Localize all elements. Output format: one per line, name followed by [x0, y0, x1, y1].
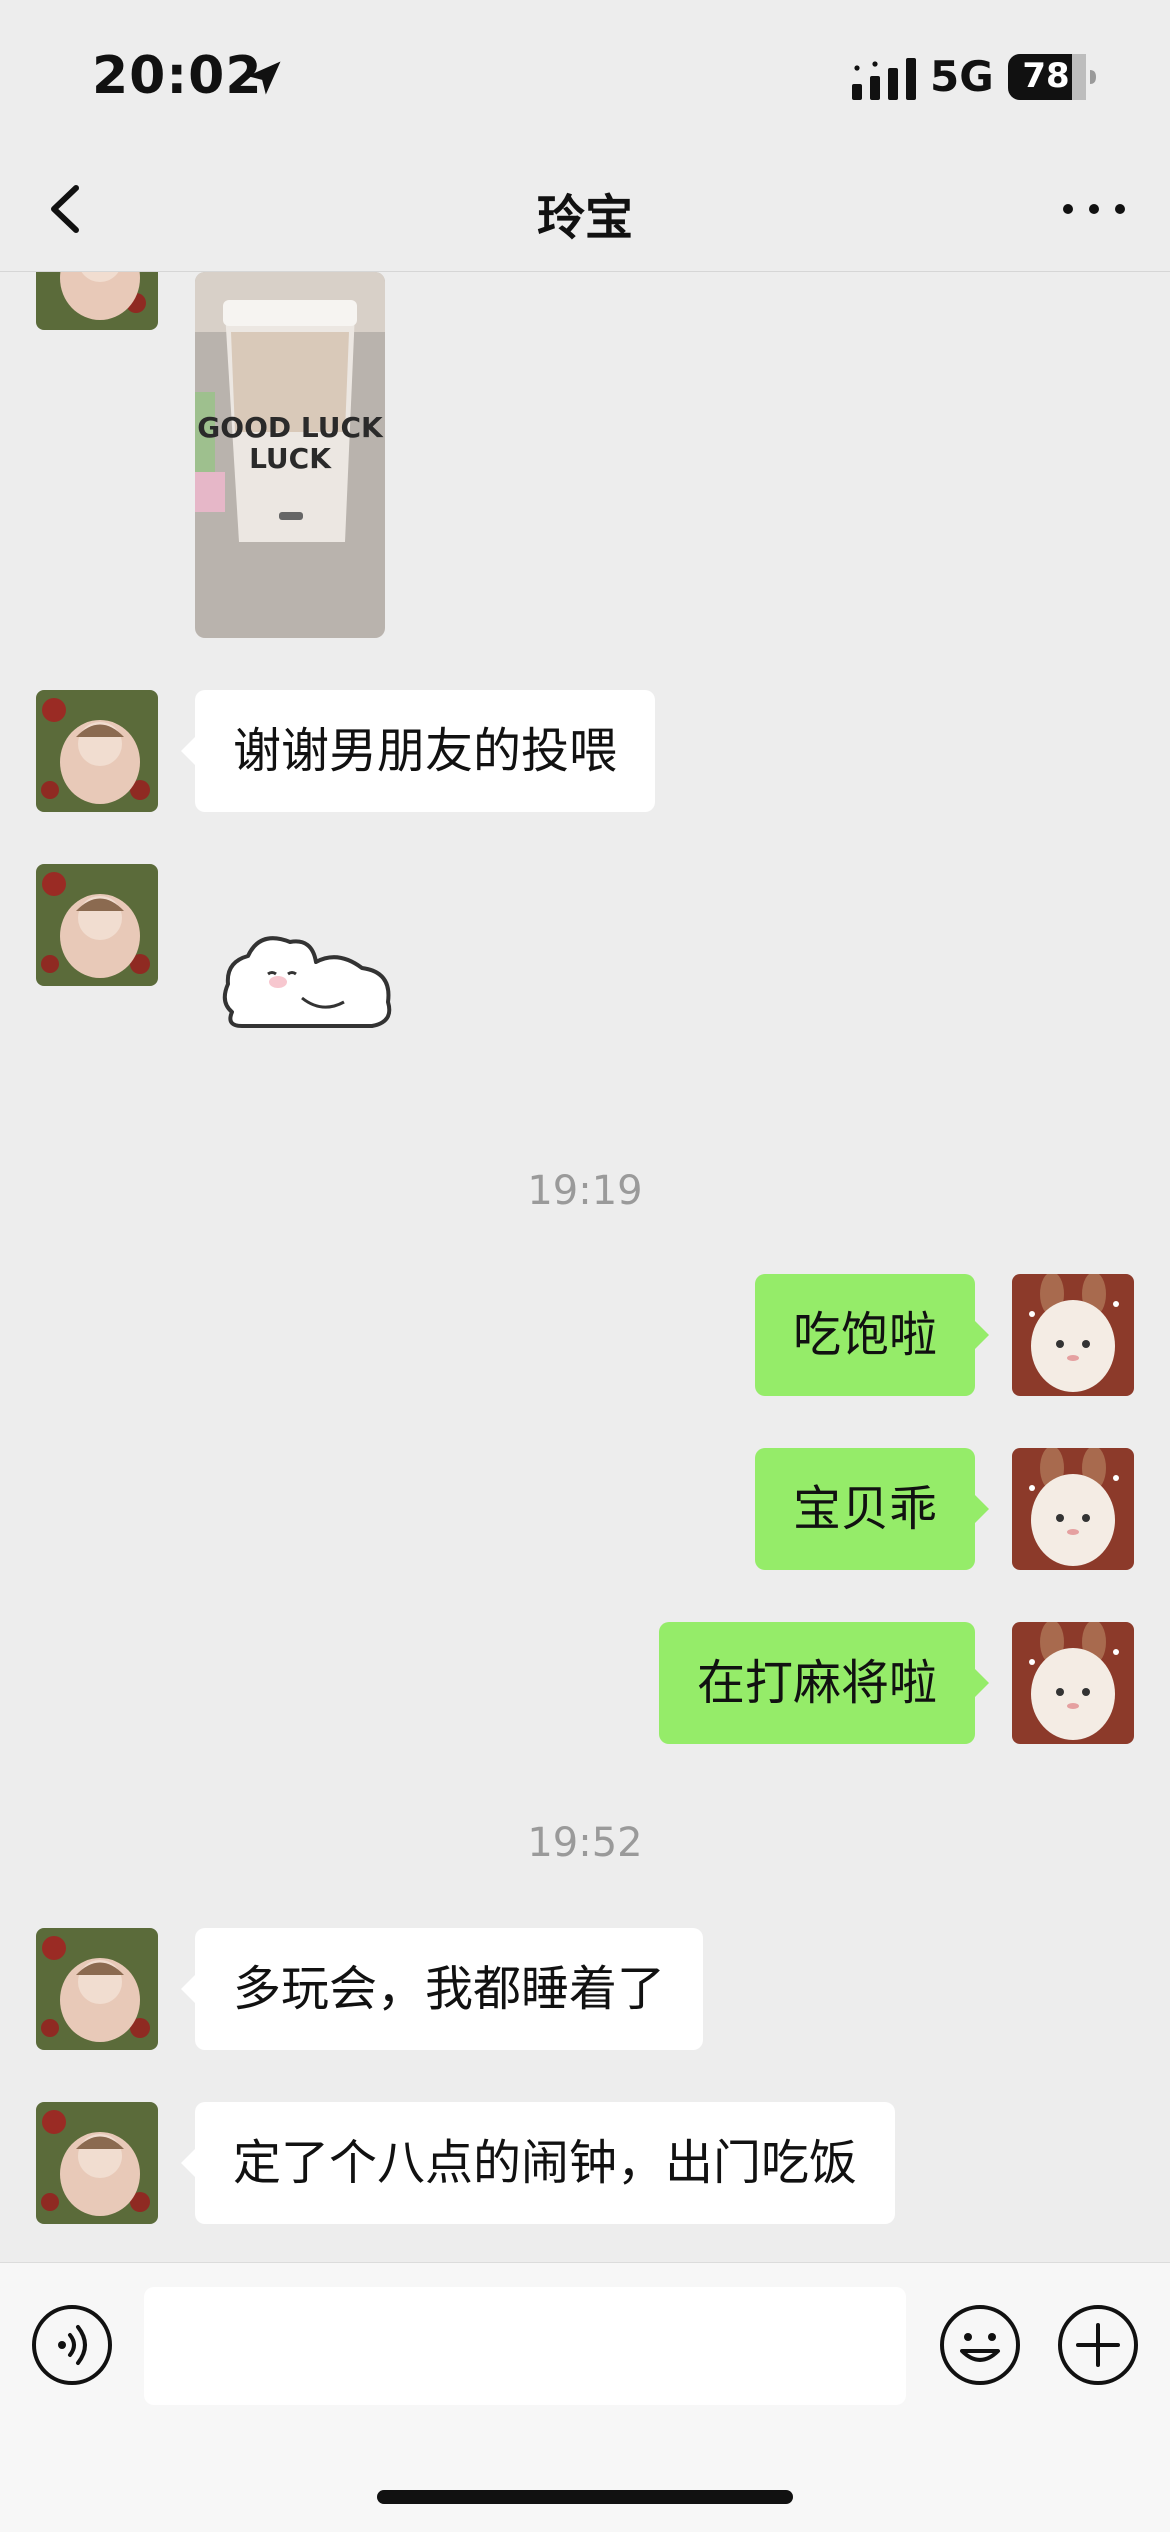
plus-icon — [1058, 2305, 1138, 2385]
my-avatar[interactable] — [1012, 1622, 1134, 1744]
emoji-icon — [940, 2305, 1020, 2385]
photo-message[interactable]: GOOD LUCK LUCK — [195, 272, 385, 638]
sleepy-bunny-sticker[interactable] — [212, 922, 402, 1042]
more-button[interactable] — [1054, 174, 1134, 244]
voice-icon — [32, 2305, 112, 2385]
chat-title: 玲宝 — [536, 190, 633, 246]
timestamp: 19:52 — [527, 1820, 643, 1866]
contact-avatar[interactable] — [36, 690, 158, 812]
battery-level: 78 — [1022, 56, 1070, 96]
emoji-button[interactable] — [938, 2303, 1022, 2387]
photo-cup-text: GOOD LUCK — [197, 411, 384, 444]
status-bar: 20:02 5G 78 — [0, 0, 1170, 150]
svg-text:LUCK: LUCK — [249, 442, 332, 475]
message-bubble-outgoing[interactable]: 吃饱啦 — [754, 1274, 990, 1396]
message-bubble-outgoing[interactable]: 宝贝乖 — [754, 1448, 990, 1570]
network-label: 5G — [930, 52, 994, 101]
message-bubble-incoming[interactable]: 多玩会，我都睡着了 — [180, 1928, 704, 2050]
signal-icon — [852, 58, 916, 100]
voice-button[interactable] — [30, 2303, 114, 2387]
nav-bar: 玲宝 — [0, 150, 1170, 272]
message-bubble-incoming[interactable]: 定了个八点的闹钟，出门吃饭 — [180, 2102, 896, 2224]
plus-button[interactable] — [1056, 2303, 1140, 2387]
message-bubble-outgoing[interactable]: 在打麻将啦 — [658, 1622, 990, 1744]
contact-avatar[interactable] — [36, 2102, 158, 2224]
my-avatar[interactable] — [1012, 1274, 1134, 1396]
my-avatar[interactable] — [1012, 1448, 1134, 1570]
location-arrow-icon — [247, 61, 281, 95]
message-bubble-incoming[interactable]: 谢谢男朋友的投喂 — [180, 690, 656, 812]
contact-avatar[interactable] — [36, 272, 158, 330]
chat-area[interactable]: GOOD LUCK LUCK 谢谢男朋友的投喂 19:19 吃饱啦 宝贝乖 在打… — [0, 272, 1170, 2262]
home-indicator[interactable] — [377, 2490, 793, 2504]
contact-avatar[interactable] — [36, 864, 158, 986]
more-dots-icon — [1063, 204, 1125, 214]
contact-avatar[interactable] — [36, 1928, 158, 2050]
status-time: 20:02 — [92, 46, 263, 106]
message-input[interactable] — [144, 2287, 906, 2405]
timestamp: 19:19 — [527, 1168, 643, 1214]
